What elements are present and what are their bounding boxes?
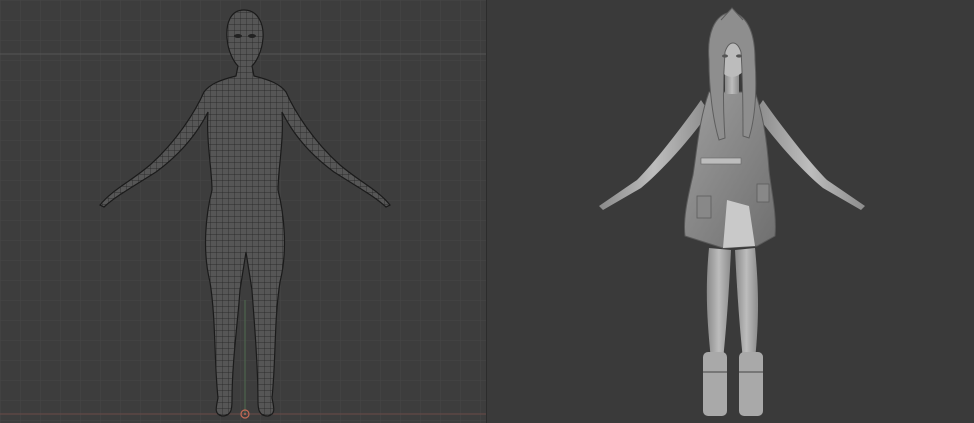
- left-leg: [706, 248, 731, 360]
- pocket-left: [696, 195, 712, 219]
- pocket-right: [756, 183, 770, 203]
- right-leg: [735, 248, 758, 360]
- wireframe-viewport[interactable]: [0, 0, 487, 423]
- belt-strap: [700, 157, 742, 165]
- sculpt-viewport[interactable]: [487, 0, 974, 423]
- left-boot: [703, 352, 727, 416]
- wireframe-canvas: [0, 0, 487, 423]
- sculpted-character: [599, 7, 865, 416]
- right-boot: [739, 352, 763, 416]
- sculpt-canvas: [599, 7, 865, 416]
